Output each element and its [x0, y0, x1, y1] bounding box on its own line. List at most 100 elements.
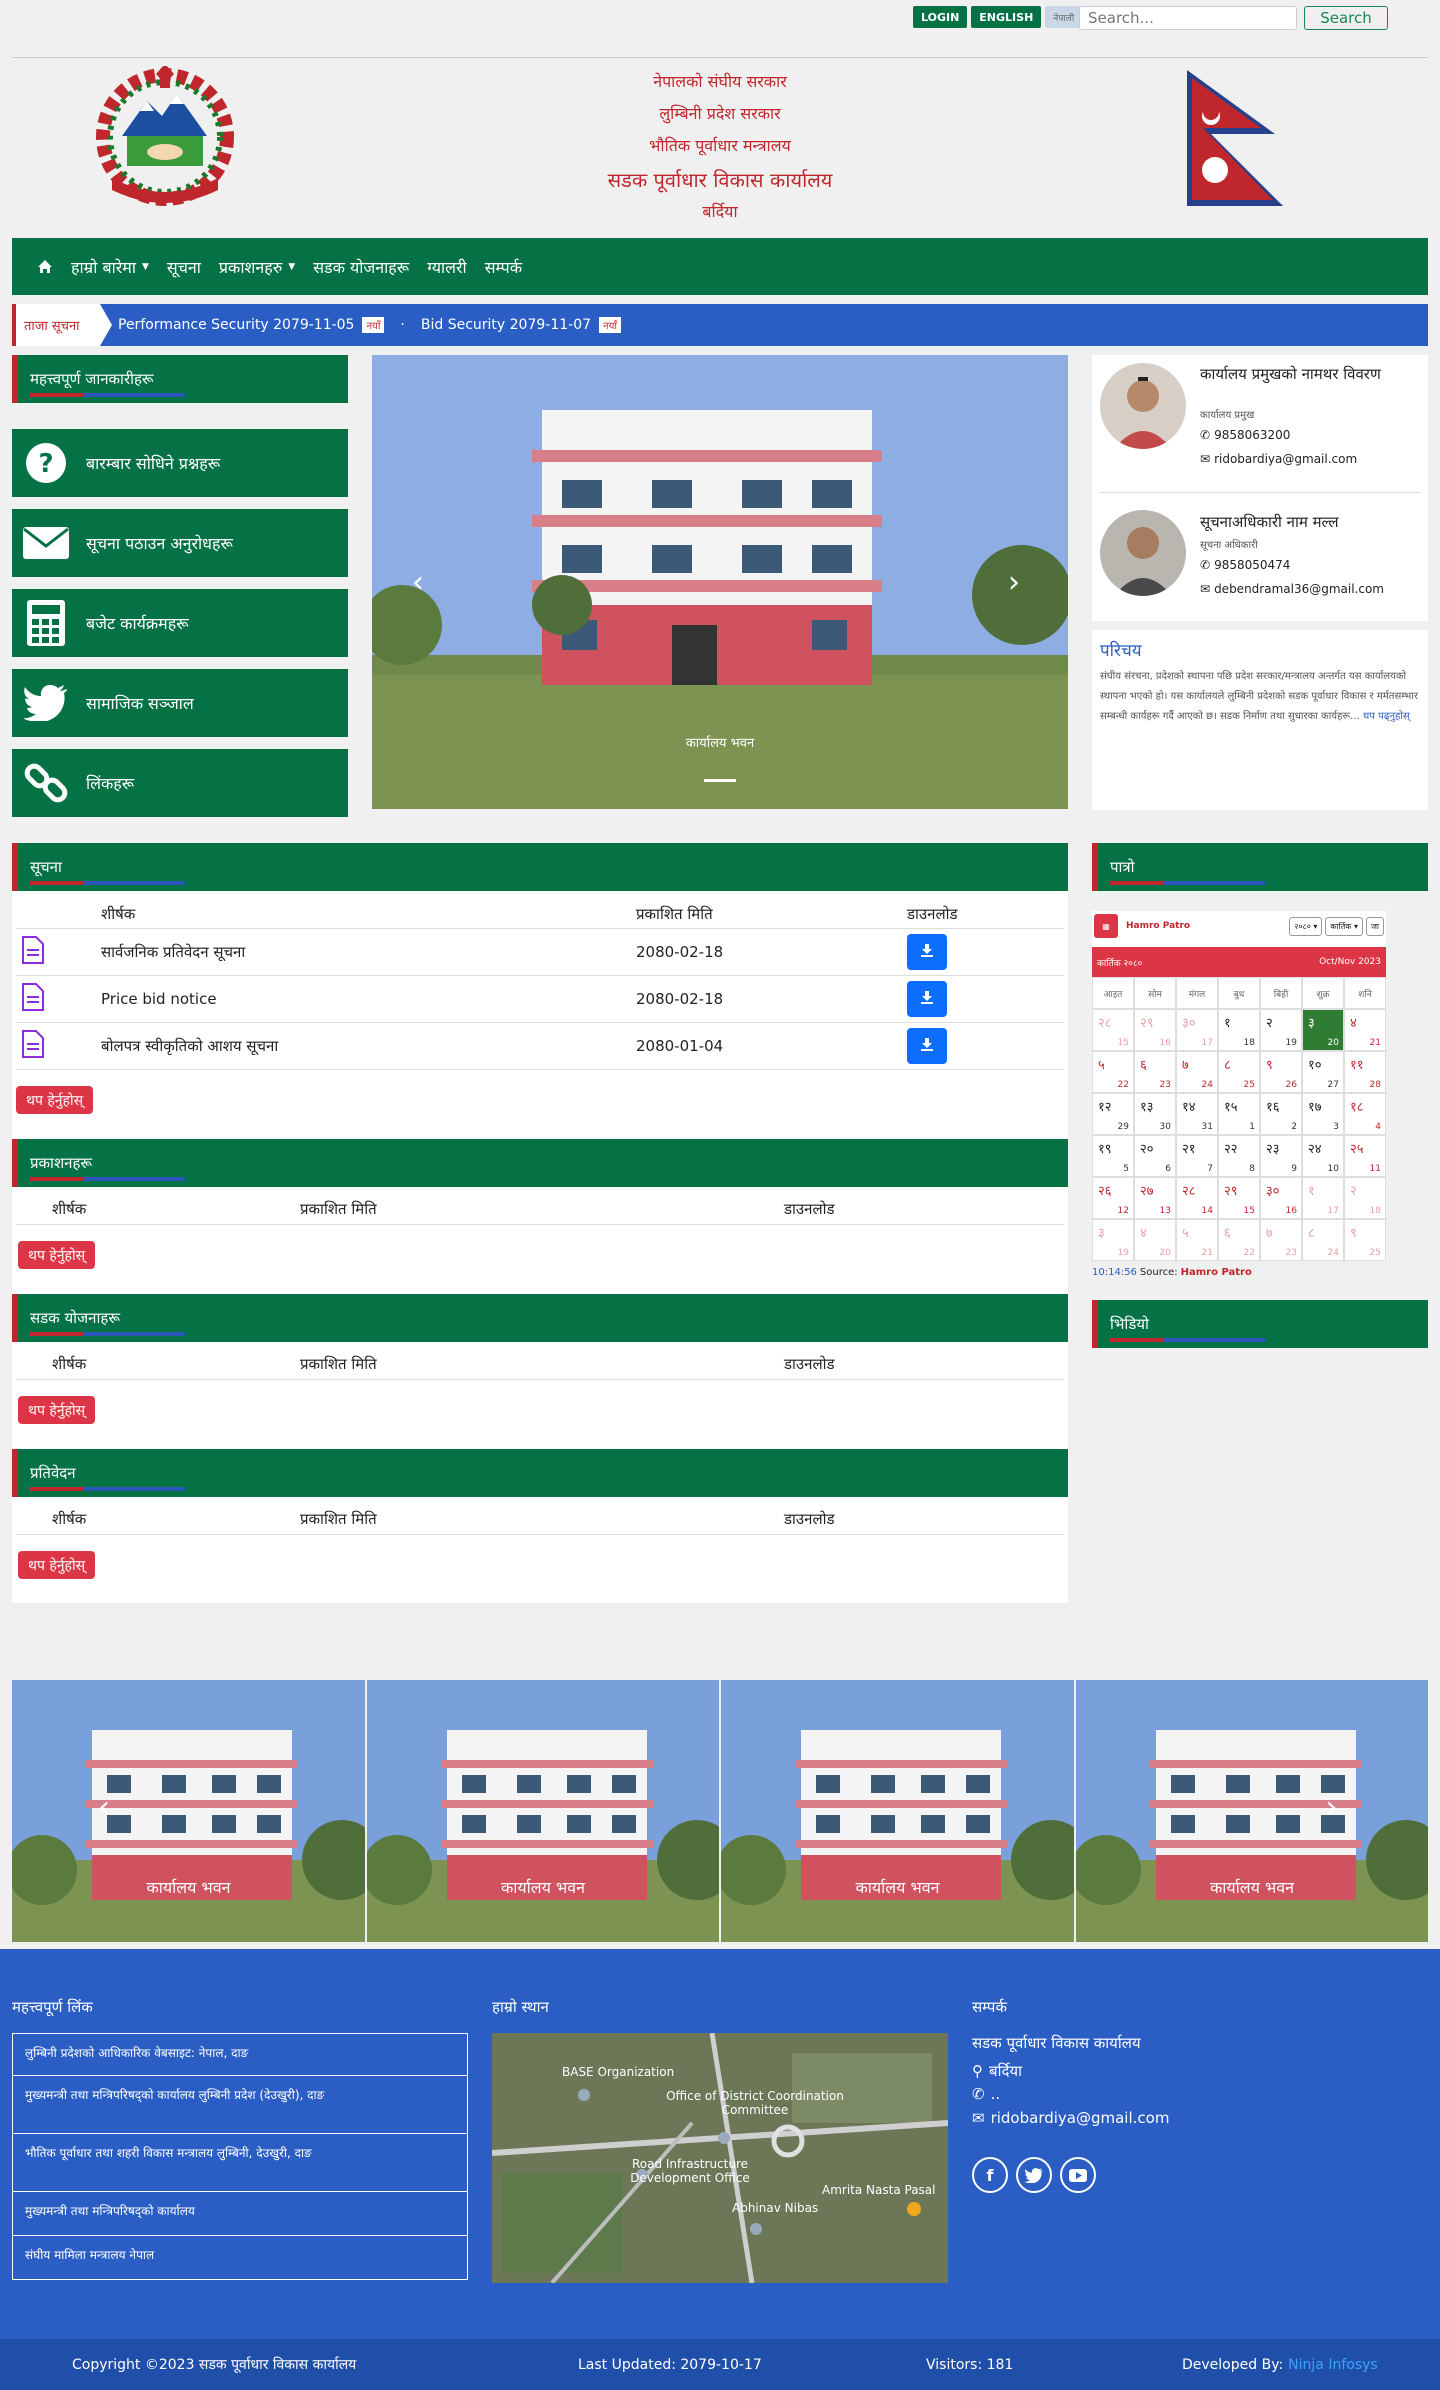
calendar-day[interactable]: १६ 2	[1260, 1093, 1302, 1135]
calendar-day[interactable]: ३० 16	[1260, 1177, 1302, 1219]
calendar-day[interactable]: २४ 10	[1302, 1135, 1344, 1177]
calendar-day[interactable]: ६ 23	[1134, 1051, 1176, 1093]
sidebar-item-social[interactable]: सामाजिक सञ्जाल	[12, 669, 348, 737]
calendar-day[interactable]: १५ 1	[1218, 1093, 1260, 1135]
calendar-day[interactable]: १४ 31	[1176, 1093, 1218, 1135]
gallery-item[interactable]: कार्यालय भवन ‹	[12, 1680, 365, 1942]
slider-indicator[interactable]	[704, 779, 736, 782]
calendar-day[interactable]: २ 19	[1260, 1009, 1302, 1051]
calendar-day[interactable]: ८ 25	[1218, 1051, 1260, 1093]
calendar-day[interactable]: १ 17	[1302, 1177, 1344, 1219]
nav-contact[interactable]: सम्पर्क	[476, 238, 531, 295]
twitter-icon[interactable]	[1016, 2157, 1052, 2193]
calendar-day[interactable]: २ 18	[1344, 1177, 1386, 1219]
gallery-item[interactable]: कार्यालय भवन	[721, 1680, 1074, 1942]
developer-link[interactable]: Ninja Infosys	[1288, 2357, 1378, 2373]
notice-title[interactable]: सार्वजनिक प्रतिवेदन सूचना	[101, 942, 245, 962]
calendar-day[interactable]: २८ 15	[1092, 1009, 1134, 1051]
calendar-day[interactable]: २९ 15	[1218, 1177, 1260, 1219]
calendar-day[interactable]: २६ 12	[1092, 1177, 1134, 1219]
calendar-day[interactable]: १८ 4	[1344, 1093, 1386, 1135]
calendar-day[interactable]: १९ 5	[1092, 1135, 1134, 1177]
footer-link[interactable]: संघीय मामिला मन्त्रालय नेपाल	[12, 2236, 468, 2280]
calendar-day[interactable]: २९ 16	[1134, 1009, 1176, 1051]
calendar-day[interactable]: ५ 22	[1092, 1051, 1134, 1093]
calendar-day[interactable]: २८ 14	[1176, 1177, 1218, 1219]
download-button[interactable]	[907, 1028, 947, 1064]
calendar-day[interactable]: ९ 25	[1344, 1219, 1386, 1261]
nav-road-plans[interactable]: सडक योजनाहरू	[304, 238, 418, 295]
month-select[interactable]: कार्तिक ▾	[1325, 916, 1363, 936]
calendar-day[interactable]: ३ 19	[1092, 1219, 1134, 1261]
footer-link[interactable]: भौतिक पूर्वाधार तथा शहरी विकास मन्त्रालय…	[12, 2134, 468, 2192]
calendar-day[interactable]: ४ 21	[1344, 1009, 1386, 1051]
calendar-day[interactable]: ५ 21	[1176, 1219, 1218, 1261]
read-more-link[interactable]: थप पढ्नुहोस्	[1363, 711, 1410, 722]
source-link[interactable]: Hamro Patro	[1181, 1267, 1252, 1278]
login-button[interactable]: LOGIN	[913, 6, 968, 28]
download-button[interactable]	[907, 934, 947, 970]
year-select[interactable]: २०८० ▾	[1289, 916, 1323, 936]
calendar-day[interactable]: ११ 28	[1344, 1051, 1386, 1093]
gallery-item[interactable]: कार्यालय भवन ›	[1075, 1680, 1428, 1942]
notice-title[interactable]: बोलपत्र स्वीकृतिको आशय सूचना	[101, 1036, 278, 1056]
gallery-item[interactable]: कार्यालय भवन	[366, 1680, 719, 1942]
staff-email[interactable]: debendramal36@gmail.com	[1214, 582, 1384, 596]
calendar-day[interactable]: २१ 7	[1176, 1135, 1218, 1177]
gallery-next-icon[interactable]: ›	[1326, 1790, 1338, 1825]
calendar-day[interactable]: ४ 20	[1134, 1219, 1176, 1261]
nav-about[interactable]: हाम्रो बारेमा ▼	[62, 238, 158, 295]
calendar-day[interactable]: २३ 9	[1260, 1135, 1302, 1177]
location-map[interactable]: BASE Organization Office of District Coo…	[492, 2033, 948, 2283]
calendar-day[interactable]: ९ 26	[1260, 1051, 1302, 1093]
calendar-day[interactable]: ७ 24	[1176, 1051, 1218, 1093]
calendar-day[interactable]: १३ 30	[1134, 1093, 1176, 1135]
go-button[interactable]: जा	[1365, 916, 1384, 936]
search-button[interactable]: Search	[1304, 6, 1388, 30]
sidebar-item-budget[interactable]: बजेट कार्यक्रमहरू	[12, 589, 348, 657]
calendar-day[interactable]: १७ 3	[1302, 1093, 1344, 1135]
calendar-day[interactable]: ८ 24	[1302, 1219, 1344, 1261]
nepali-button[interactable]: नेपाली	[1045, 6, 1083, 28]
notice-title[interactable]: Price bid notice	[101, 990, 217, 1008]
calendar-day[interactable]: ३ 20	[1302, 1009, 1344, 1051]
sidebar-item-links[interactable]: लिंकहरू	[12, 749, 348, 817]
nav-publications[interactable]: प्रकाशनहरु ▼	[210, 238, 304, 295]
slider-next-icon[interactable]: ›	[1008, 565, 1020, 600]
search-input[interactable]	[1079, 6, 1297, 30]
nav-notices[interactable]: सूचना	[158, 238, 210, 295]
english-button[interactable]: ENGLISH	[971, 6, 1042, 28]
sidebar-item-info-request[interactable]: सूचना पठाउन अनुरोधहरू	[12, 509, 348, 577]
youtube-icon[interactable]	[1060, 2157, 1096, 2193]
table-row[interactable]: Price bid notice 2080-02-18	[16, 976, 1064, 1023]
ticker-item[interactable]: Performance Security 2079-11-05	[118, 317, 354, 333]
calendar-day[interactable]: २२ 8	[1218, 1135, 1260, 1177]
view-more-button[interactable]: थप हेर्नुहोस्	[18, 1396, 96, 1424]
gallery-prev-icon[interactable]: ‹	[98, 1790, 110, 1825]
calendar-day[interactable]: ३० 17	[1176, 1009, 1218, 1051]
table-row[interactable]: बोलपत्र स्वीकृतिको आशय सूचना 2080-01-04	[16, 1023, 1064, 1070]
sidebar-item-faq[interactable]: ? बारम्बार सोधिने प्रश्नहरू	[12, 429, 348, 497]
calendar-day[interactable]: ६ 22	[1218, 1219, 1260, 1261]
download-button[interactable]	[907, 981, 947, 1017]
nav-gallery[interactable]: ग्यालरी	[418, 238, 475, 295]
calendar-day[interactable]: ७ 23	[1260, 1219, 1302, 1261]
view-more-button[interactable]: थप हेर्नुहोस्	[18, 1241, 96, 1269]
calendar-day[interactable]: २५ 11	[1344, 1135, 1386, 1177]
calendar-day[interactable]: २७ 13	[1134, 1177, 1176, 1219]
footer-link[interactable]: लुम्बिनी प्रदेशको आधिकारिक वेबसाइट: नेपा…	[12, 2034, 468, 2076]
home-icon[interactable]	[28, 238, 62, 295]
footer-link[interactable]: मुख्यमन्त्री तथा मन्त्रिपरिषद्को कार्याल…	[12, 2192, 468, 2236]
table-row[interactable]: सार्वजनिक प्रतिवेदन सूचना 2080-02-18	[16, 929, 1064, 976]
staff-email[interactable]: ridobardiya@gmail.com	[1214, 452, 1357, 466]
view-more-button[interactable]: थप हेर्नुहोस्	[16, 1086, 94, 1114]
calendar-brand[interactable]: Hamro Patro	[1126, 921, 1190, 931]
ticker-item[interactable]: Bid Security 2079-11-07	[421, 317, 591, 333]
footer-link[interactable]: मुख्यमन्त्री तथा मन्त्रिपरिषद्को कार्याल…	[12, 2076, 468, 2134]
calendar-day[interactable]: १ 18	[1218, 1009, 1260, 1051]
calendar-day[interactable]: १० 27	[1302, 1051, 1344, 1093]
contact-email[interactable]: ridobardiya@gmail.com	[991, 2109, 1170, 2127]
view-more-button[interactable]: थप हेर्नुहोस्	[18, 1551, 96, 1579]
facebook-icon[interactable]: f	[972, 2157, 1008, 2193]
slider-prev-icon[interactable]: ‹	[412, 565, 424, 600]
